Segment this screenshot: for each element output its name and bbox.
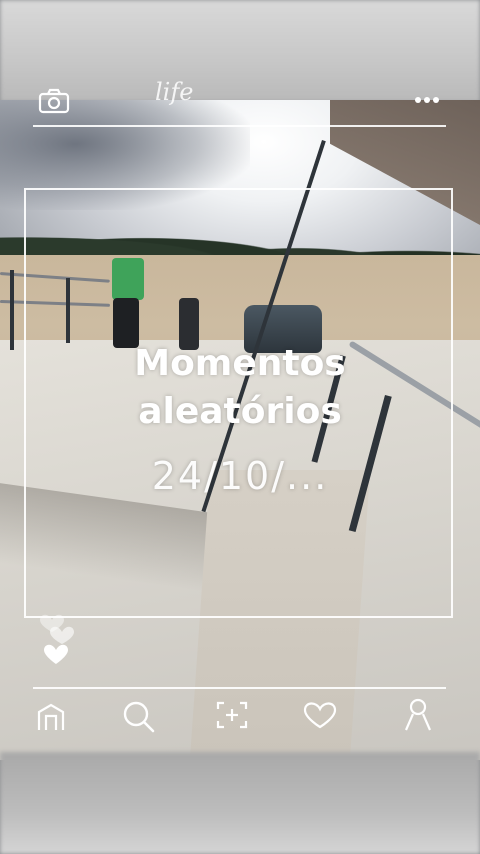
post-title: Momentos aleatórios: [0, 340, 480, 436]
title-line-1: Momentos: [134, 343, 346, 384]
top-divider: [33, 125, 446, 127]
title-line-2: aleatórios: [138, 391, 342, 432]
add-square-icon[interactable]: [216, 700, 248, 730]
camera-icon[interactable]: [38, 88, 70, 114]
search-icon[interactable]: [122, 700, 156, 734]
home-icon[interactable]: [36, 702, 66, 732]
top-blur-area: [0, 0, 480, 102]
bottom-divider: [33, 687, 446, 689]
bottom-blur-area: [0, 752, 480, 854]
more-dots-icon[interactable]: [414, 96, 440, 104]
brand-logo: life: [155, 78, 194, 106]
fence-post: [10, 270, 14, 350]
post-date: 24/10/...: [151, 454, 329, 498]
profile-icon[interactable]: [403, 698, 433, 732]
heart-icon: [40, 614, 74, 664]
heart-outline-icon[interactable]: [303, 700, 337, 730]
